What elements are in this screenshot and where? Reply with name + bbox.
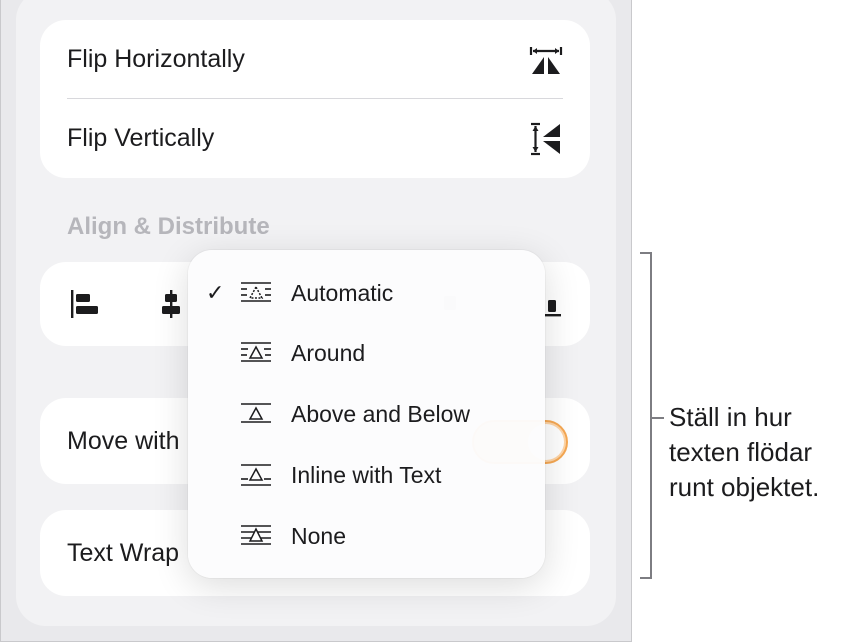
menu-item-above-and-below[interactable]: Above and Below xyxy=(188,384,545,444)
checkmark-icon: ✓ xyxy=(206,280,225,305)
wrap-automatic-icon xyxy=(240,279,272,307)
text-wrap-label: Text Wrap xyxy=(67,538,180,567)
flip-horizontally-button[interactable]: Flip Horizontally xyxy=(40,20,590,99)
menu-label-none: None xyxy=(291,522,346,549)
wrap-around-icon xyxy=(240,339,272,367)
callout-line-3: runt objektet. xyxy=(669,472,820,502)
callout-line-2: texten flödar xyxy=(669,437,813,467)
menu-label-inline-with-text: Inline with Text xyxy=(291,461,442,488)
flip-vertically-label: Flip Vertically xyxy=(67,124,215,152)
flip-horizontal-icon xyxy=(529,43,563,77)
wrap-none-icon xyxy=(240,522,272,550)
menu-item-around[interactable]: Around xyxy=(188,323,545,383)
callout-bracket-tick xyxy=(652,417,664,419)
align-distribute-header: Align & Distribute xyxy=(67,213,270,240)
flip-horizontally-label: Flip Horizontally xyxy=(67,45,245,73)
callout-line-1: Ställ in hur xyxy=(669,402,792,432)
align-left-icon[interactable] xyxy=(68,286,104,322)
menu-label-above-and-below: Above and Below xyxy=(291,400,471,427)
flip-card: Flip Horizontally Flip Vertically xyxy=(40,20,590,178)
flip-vertically-button[interactable]: Flip Vertically xyxy=(40,99,590,178)
menu-item-inline-with-text[interactable]: Inline with Text xyxy=(188,445,545,505)
wrap-inline-icon xyxy=(240,461,272,489)
menu-label-automatic: Automatic xyxy=(291,279,394,306)
move-with-text-label: Move with xyxy=(67,426,180,455)
wrap-above-below-icon xyxy=(240,400,272,428)
menu-item-automatic[interactable]: ✓ Automatic xyxy=(188,263,545,323)
callout-bracket xyxy=(640,252,652,579)
menu-label-around: Around xyxy=(291,339,366,366)
text-wrap-menu: ✓ Automatic Around Above and Below Inlin… xyxy=(188,250,545,578)
flip-vertical-icon xyxy=(529,122,563,156)
callout-text: Ställ in hur texten flödar runt objektet… xyxy=(669,400,857,505)
menu-item-none[interactable]: None xyxy=(188,506,545,566)
